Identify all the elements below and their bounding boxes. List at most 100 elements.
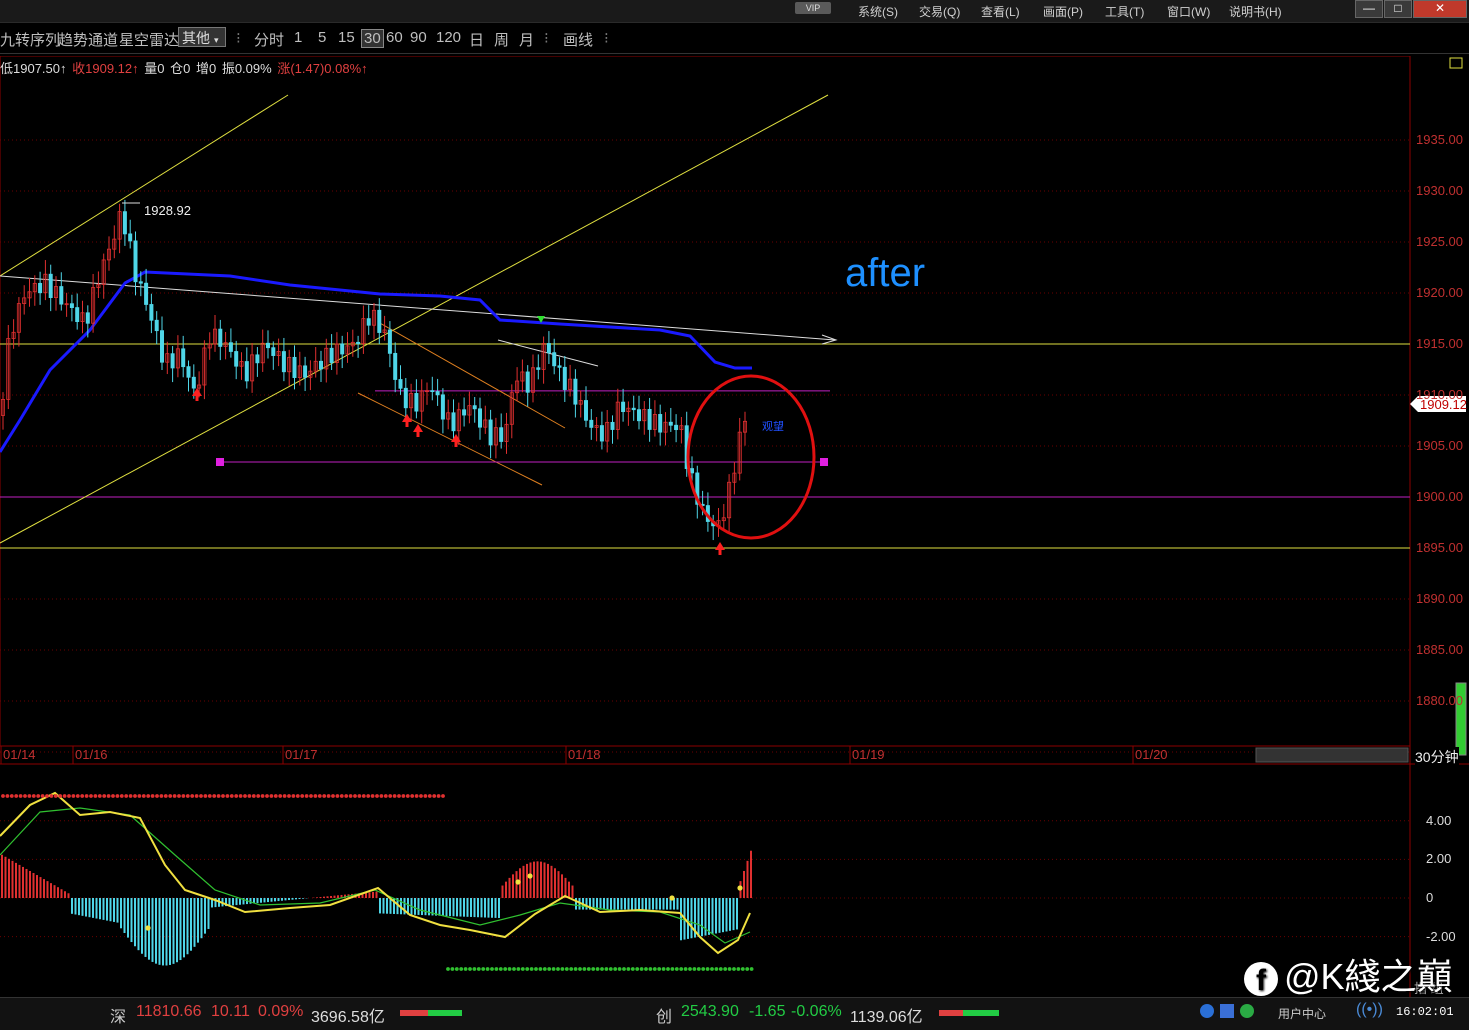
red-dot [344,794,349,798]
candle-down [525,371,530,393]
price-tick-label: 1905.00 [1416,438,1463,453]
green-dot [696,967,701,971]
red-dot [260,794,265,798]
candle-down [122,211,127,235]
close-button[interactable]: ✕ [1413,0,1467,18]
candle-down [149,304,154,321]
red-dot [172,794,177,798]
red-dot [313,794,318,798]
menu-view[interactable]: 查看(L) [981,3,1020,20]
candle-down [48,273,53,299]
sz-updown-bar-red [400,1010,428,1016]
red-dot [397,794,401,798]
yellow-dot [737,885,743,891]
menu-window[interactable]: 窗口(W) [1167,3,1210,20]
period-month[interactable]: 月 [519,29,534,50]
menu-screen[interactable]: 画面(P) [1043,3,1083,20]
red-dot [269,794,274,798]
cy-index-name[interactable]: 创 [656,1003,672,1027]
red-dot [40,794,45,798]
chart-status-icon[interactable] [1220,1004,1234,1018]
green-dot [490,967,494,971]
red-dot [392,794,397,798]
period-1[interactable]: 1 [294,29,302,46]
trend-line-upper-left [0,94,289,277]
red-dot [141,794,146,798]
green-dot [683,967,688,971]
red-dot [185,794,190,798]
kline-chart[interactable]: 1928.92 after 观望 1909.12 [0,56,1469,997]
candle-down [234,351,239,367]
candle-down [265,342,270,349]
green-dot [635,967,640,971]
chevron-down-icon: ▾ [214,35,219,45]
green-dot [630,967,635,971]
red-dot [287,794,291,798]
candle-down [255,354,260,364]
candle-down [366,318,371,326]
period-90[interactable]: 90 [410,29,427,46]
period-fenshi[interactable]: 分时 [254,29,284,50]
green-dot [701,967,706,971]
red-dot [366,794,371,798]
menu-tools[interactable]: 工具(T) [1105,3,1144,20]
candle-down [621,401,626,413]
price-tick-label: 1890.00 [1416,591,1463,606]
candles [0,199,748,541]
candle-down [75,307,80,323]
refresh-status-icon[interactable] [1240,1004,1254,1018]
red-dot [115,794,120,798]
s-status-icon[interactable] [1200,1004,1214,1018]
menu-trade[interactable]: 交易(Q) [919,3,960,20]
candle-down [303,365,308,378]
dropdown-value: 其他 [182,30,210,46]
price-gridlines [0,139,1410,764]
separator-dots-icon: ⁝ [236,30,241,47]
green-dot [617,967,622,971]
title-bar: VIP 系统(S) 交易(Q) 查看(L) 画面(P) 工具(T) 窗口(W) … [0,0,1469,23]
candle-down [462,409,467,416]
period-day[interactable]: 日 [469,29,484,50]
red-dot [9,794,14,798]
indicator-jiuzhuan[interactable]: 九转序列 [0,29,60,50]
price-tick-label: 1885.00 [1416,642,1463,657]
candle-down [228,342,233,352]
price-tick-label: 1925.00 [1416,234,1463,249]
candle-down [340,343,345,355]
period-120[interactable]: 120 [436,29,461,46]
sz-updown-bar-green [428,1010,462,1016]
minimize-button[interactable]: — [1355,0,1383,18]
other-dropdown[interactable]: 其他 ▾ [178,27,226,47]
period-30[interactable]: 30 [361,29,384,48]
period-week[interactable]: 周 [494,29,509,50]
red-dot [225,794,230,798]
red-dot [67,794,71,798]
green-dot [507,967,512,971]
period-60[interactable]: 60 [386,29,403,46]
green-dot [569,967,574,971]
red-dot [309,794,313,798]
sz-index-name[interactable]: 深 [110,1003,126,1027]
user-center-link[interactable]: 用户中心 [1278,1005,1326,1022]
menu-help[interactable]: 说明书(H) [1229,3,1282,20]
cy-index-amount: 1139.06亿 [850,1009,923,1026]
maximize-button[interactable]: □ [1384,0,1412,18]
indicator-trend-channel[interactable]: 趋势通道 [58,29,118,50]
menu-system[interactable]: 系统(S) [858,3,898,20]
draw-line-button[interactable]: 画线 [563,29,593,50]
green-dot [516,967,521,971]
period-15[interactable]: 15 [338,29,355,46]
red-dot [243,794,247,798]
red-dot [265,794,269,798]
price-tick-label: 1895.00 [1416,540,1463,555]
period-5[interactable]: 5 [318,29,326,46]
green-dot [692,967,697,971]
red-dot [177,794,181,798]
candle-down [637,409,642,422]
indicator-star-radar[interactable]: 星空雷达 [119,29,179,50]
vip-badge[interactable]: VIP [795,2,831,14]
red-dot [370,794,375,798]
red-dot [146,794,151,798]
status-bar: 深 11810.66 10.11 0.09% 3696.58亿 创 2543.9… [0,997,1469,1030]
green-dot [459,967,464,971]
